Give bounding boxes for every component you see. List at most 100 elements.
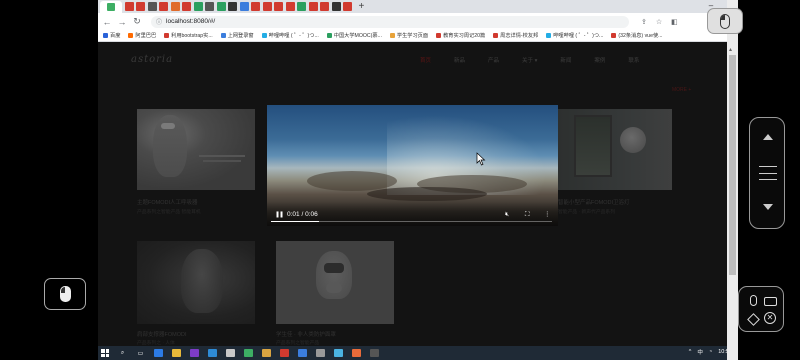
bookmark-item[interactable]: 利用bootstrap实... bbox=[164, 32, 213, 39]
tab[interactable] bbox=[170, 2, 180, 11]
tab[interactable] bbox=[124, 2, 134, 11]
scroll-grip-icon[interactable] bbox=[759, 166, 777, 180]
bookmark-item[interactable]: 上网登录窗 bbox=[220, 32, 254, 39]
image-caption-line bbox=[203, 160, 241, 162]
site-logo[interactable]: astoria bbox=[131, 54, 173, 65]
nav-item-products[interactable]: 产品 bbox=[488, 56, 499, 64]
back-arrow-icon[interactable]: ← bbox=[101, 17, 113, 27]
layers-icon[interactable] bbox=[746, 312, 760, 326]
share-icon[interactable]: ⇪ bbox=[641, 18, 647, 26]
chrome-icon[interactable] bbox=[334, 349, 343, 357]
nav-item-news[interactable]: 新闻 bbox=[560, 56, 571, 64]
site-info-icon[interactable]: ⓘ bbox=[156, 17, 162, 26]
extensions-icon[interactable]: ◧ bbox=[671, 18, 678, 26]
app-icon[interactable] bbox=[190, 349, 199, 357]
tab[interactable] bbox=[320, 2, 329, 11]
bookmark-item[interactable]: 阿里巴巴 bbox=[128, 32, 156, 39]
tab[interactable] bbox=[216, 2, 226, 11]
tab[interactable] bbox=[193, 2, 203, 11]
app-icon[interactable] bbox=[226, 349, 235, 357]
tab[interactable] bbox=[228, 2, 237, 11]
product-card-image[interactable] bbox=[558, 109, 672, 190]
tray-chevron-icon[interactable]: ^ bbox=[689, 349, 692, 355]
tab[interactable] bbox=[285, 2, 295, 11]
scrollbar-thumb[interactable] bbox=[729, 55, 736, 275]
video-progress-track[interactable] bbox=[271, 220, 552, 222]
url-text: localhost:8080/#/ bbox=[166, 18, 216, 25]
file-explorer-icon[interactable] bbox=[172, 349, 181, 357]
new-tab-plus-icon[interactable]: + bbox=[359, 1, 365, 12]
bookmark-item[interactable]: 哔哩哔哩 ( ゜- ゜)つ... bbox=[546, 32, 603, 39]
tab[interactable] bbox=[251, 2, 260, 11]
tab[interactable] bbox=[331, 2, 341, 11]
tab[interactable] bbox=[274, 2, 283, 11]
bookmark-icon bbox=[493, 33, 499, 38]
app-icon[interactable] bbox=[244, 349, 253, 357]
bookmark-item[interactable]: 周志详情-校友邦 bbox=[493, 32, 538, 39]
task-view-icon[interactable]: ▭ bbox=[136, 349, 145, 357]
mouse-icon[interactable] bbox=[746, 294, 760, 308]
input-language[interactable]: 中 bbox=[697, 348, 703, 356]
bookmark-item[interactable]: 教育实习周记20篇 bbox=[436, 32, 485, 39]
browser-scrollbar[interactable]: ▴ bbox=[727, 0, 738, 360]
windows-start-icon[interactable] bbox=[101, 349, 109, 357]
app-icon[interactable] bbox=[352, 349, 361, 357]
mute-icon[interactable]: 🔇︎ bbox=[505, 211, 509, 219]
app-icon[interactable] bbox=[262, 349, 271, 357]
bookmark-item[interactable]: 哔哩哔哩 ( ゜- ゜)つ... bbox=[261, 32, 319, 39]
product-card-title[interactable]: 学生佳 · 非人类防护面罩 bbox=[276, 330, 336, 338]
close-icon[interactable]: ✕ bbox=[764, 312, 778, 326]
product-card-title[interactable]: 主题FOMODI人工呼吸器 bbox=[137, 198, 198, 206]
app-icon[interactable] bbox=[208, 349, 217, 357]
app-icon[interactable] bbox=[298, 349, 307, 357]
more-options-icon[interactable]: ⋮ bbox=[544, 211, 551, 219]
nav-item-home[interactable]: 首页 bbox=[420, 56, 431, 64]
nav-item-contact[interactable]: 联系 bbox=[628, 56, 639, 64]
address-bar[interactable]: ⓘ localhost:8080/#/ bbox=[151, 15, 629, 28]
bookmark-item[interactable]: 百度 bbox=[103, 32, 120, 39]
tab[interactable] bbox=[182, 2, 191, 11]
tab[interactable] bbox=[308, 2, 318, 11]
scroll-up-arrow-icon[interactable]: ▴ bbox=[729, 46, 732, 53]
tab-active[interactable] bbox=[100, 1, 122, 13]
more-link[interactable]: MORE + bbox=[672, 87, 691, 93]
bookmark-item[interactable]: 中国大学MOOC(慕... bbox=[326, 32, 382, 39]
helmet-visor-image bbox=[324, 263, 344, 273]
scroll-up-icon[interactable] bbox=[763, 134, 773, 140]
product-card-image[interactable] bbox=[137, 109, 255, 190]
tab[interactable] bbox=[343, 2, 352, 11]
tab[interactable] bbox=[159, 2, 168, 11]
app-icon[interactable] bbox=[154, 349, 163, 357]
scroll-down-icon[interactable] bbox=[763, 204, 773, 210]
bookmark-star-icon[interactable]: ☆ bbox=[656, 18, 662, 26]
mouse-click-button[interactable] bbox=[44, 278, 86, 310]
tab[interactable] bbox=[205, 2, 214, 11]
search-icon[interactable]: ⌕ bbox=[118, 349, 127, 357]
product-card-image[interactable] bbox=[276, 241, 394, 324]
scroll-control-pad[interactable] bbox=[749, 117, 785, 229]
pause-icon[interactable]: ❚❚ bbox=[275, 212, 284, 218]
forward-arrow-icon[interactable]: → bbox=[116, 17, 128, 27]
app-icon[interactable] bbox=[280, 349, 289, 357]
reload-icon[interactable]: ↻ bbox=[131, 16, 143, 27]
network-icon[interactable]: ◔ bbox=[709, 349, 712, 355]
bookmark-item[interactable]: 学生学习页面 bbox=[389, 32, 428, 39]
nav-item-cases[interactable]: 案例 bbox=[594, 56, 605, 64]
bookmark-item[interactable]: (32条消息) vue使... bbox=[611, 32, 662, 39]
nav-item-about[interactable]: 关于 ▾ bbox=[522, 56, 537, 64]
nav-item-new[interactable]: 新品 bbox=[454, 56, 465, 64]
product-card-title[interactable]: 肩部支撑器FOMODI bbox=[137, 330, 187, 338]
tab[interactable] bbox=[297, 2, 306, 11]
tab[interactable] bbox=[136, 2, 145, 11]
app-icon[interactable] bbox=[316, 349, 325, 357]
product-card-title[interactable]: 智能小型产品FOMODI卫浴灯 bbox=[558, 198, 630, 206]
tab[interactable] bbox=[262, 2, 272, 11]
tab[interactable] bbox=[239, 2, 249, 11]
video-player[interactable]: ❚❚ 0:01 / 0:06 🔇︎ ⛶ ⋮ bbox=[267, 105, 558, 226]
mouse-mode-button[interactable] bbox=[707, 8, 743, 34]
tab[interactable] bbox=[147, 2, 157, 11]
terminal-icon[interactable] bbox=[370, 349, 379, 357]
keyboard-icon[interactable] bbox=[764, 295, 778, 309]
fullscreen-icon[interactable]: ⛶ bbox=[525, 211, 530, 219]
product-card-image[interactable] bbox=[137, 241, 255, 324]
